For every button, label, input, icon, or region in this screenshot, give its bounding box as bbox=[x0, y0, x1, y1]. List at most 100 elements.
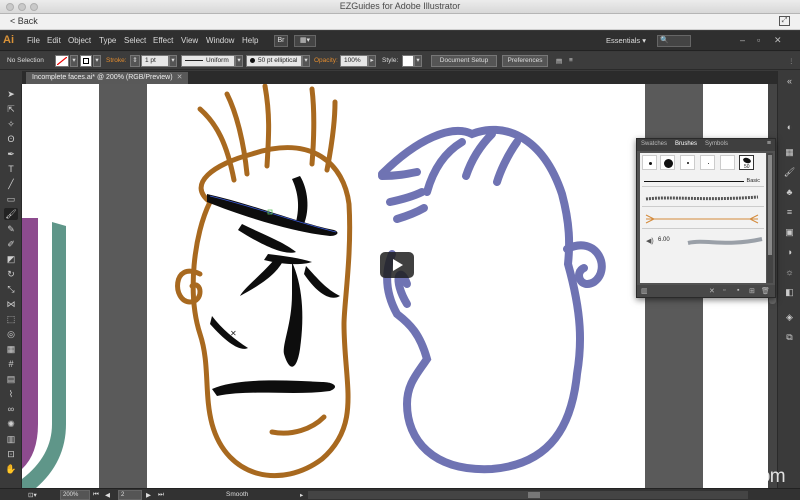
line-tool-icon[interactable]: ╱ bbox=[4, 178, 18, 190]
brush-large-round[interactable] bbox=[660, 155, 675, 170]
brush-point[interactable] bbox=[700, 155, 715, 170]
panel-scroll-thumb[interactable] bbox=[768, 155, 772, 255]
brushes-panel-icon[interactable]: 🖌 bbox=[783, 166, 796, 178]
zoom-level-field[interactable]: 200% bbox=[60, 490, 90, 500]
mesh-tool-icon[interactable]: # bbox=[4, 358, 18, 370]
opacity-label[interactable]: Opacity: bbox=[314, 57, 338, 64]
tab-symbols[interactable]: Symbols bbox=[705, 141, 728, 147]
close-tab-icon[interactable]: ✕ bbox=[177, 74, 183, 81]
tab-swatches[interactable]: Swatches bbox=[641, 141, 667, 147]
color-panel-icon[interactable]: ◐ bbox=[783, 121, 796, 133]
brush-bristle[interactable]: ◀) 6.00 bbox=[642, 233, 764, 251]
hand-tool-icon[interactable]: ✋ bbox=[4, 463, 18, 475]
previous-artboard-icon[interactable]: ◀ bbox=[105, 491, 110, 499]
shape-builder-tool-icon[interactable]: ◎ bbox=[4, 328, 18, 340]
preferences-button[interactable]: Preferences bbox=[502, 55, 548, 67]
artboards-panel-icon[interactable]: ⧉ bbox=[783, 331, 796, 343]
document-setup-button[interactable]: Document Setup bbox=[431, 55, 497, 67]
stroke-weight-dropdown-icon[interactable]: ▾ bbox=[169, 55, 177, 67]
stroke-dropdown-icon[interactable]: ▾ bbox=[93, 55, 101, 67]
stroke-label[interactable]: Stroke: bbox=[106, 57, 127, 64]
brush-tiny-round[interactable] bbox=[680, 155, 695, 170]
fill-swatch[interactable] bbox=[55, 55, 69, 67]
brush-libraries-menu-icon[interactable]: ▥ bbox=[641, 287, 648, 295]
search-field[interactable]: 🔍 bbox=[657, 35, 691, 47]
panel-menu-icon[interactable]: ≡ bbox=[767, 140, 771, 147]
menu-help[interactable]: Help bbox=[242, 36, 258, 45]
arrange-documents-button[interactable]: ▦▾ bbox=[294, 35, 316, 47]
direct-selection-tool-icon[interactable]: ⇱ bbox=[4, 103, 18, 115]
paintbrush-tool-icon[interactable]: 🖌 bbox=[4, 208, 18, 220]
artboard-nav-icon[interactable]: ⊡▾ bbox=[28, 491, 37, 499]
pen-tool-icon[interactable]: ✒ bbox=[4, 148, 18, 160]
stroke-weight-field[interactable]: 1 pt bbox=[141, 55, 169, 67]
opacity-field[interactable]: 100% bbox=[340, 55, 368, 67]
brush-charcoal[interactable] bbox=[642, 191, 764, 207]
brush-small-round[interactable] bbox=[642, 155, 657, 170]
brush-definition[interactable]: 50 pt elliptical bbox=[246, 55, 302, 67]
control-panel-menu-icon[interactable]: ≡ bbox=[569, 57, 573, 64]
brush-options-icon[interactable]: ▫ bbox=[723, 287, 725, 294]
new-brush-icon[interactable]: ⊞ bbox=[749, 287, 755, 295]
variable-width-profile[interactable]: Uniform bbox=[181, 55, 235, 67]
style-swatch[interactable] bbox=[402, 55, 414, 67]
column-graph-tool-icon[interactable]: ▥ bbox=[4, 433, 18, 445]
scale-tool-icon[interactable]: ⤡ bbox=[4, 283, 18, 295]
blend-tool-icon[interactable]: ∞ bbox=[4, 403, 18, 415]
fullscreen-icon[interactable]: ⤢ bbox=[779, 16, 790, 26]
menu-file[interactable]: File bbox=[27, 36, 40, 45]
back-button[interactable]: < Back bbox=[10, 16, 38, 26]
stroke-stepper[interactable]: ⇕ bbox=[130, 55, 140, 67]
first-artboard-icon[interactable]: ⏮ bbox=[93, 491, 99, 499]
dock-collapse-icon[interactable]: « bbox=[783, 75, 796, 87]
menu-window[interactable]: Window bbox=[206, 36, 234, 45]
close-icon[interactable]: ✕ bbox=[774, 35, 782, 46]
eraser-tool-icon[interactable]: ◩ bbox=[4, 253, 18, 265]
brush-dropdown-icon[interactable]: ▾ bbox=[302, 55, 310, 67]
menu-effect[interactable]: Effect bbox=[153, 36, 173, 45]
workspace-switcher[interactable]: Essentials ▾ bbox=[606, 36, 646, 45]
free-transform-tool-icon[interactable]: ⬚ bbox=[4, 313, 18, 325]
profile-dropdown-icon[interactable]: ▾ bbox=[235, 55, 243, 67]
arrange-icon[interactable]: ▤ bbox=[556, 57, 562, 65]
menu-view[interactable]: View bbox=[181, 36, 198, 45]
swatches-panel-icon[interactable]: ▦ bbox=[783, 146, 796, 158]
video-play-button[interactable] bbox=[380, 252, 414, 278]
panel-scrollbar[interactable] bbox=[767, 153, 773, 283]
graphic-styles-panel-icon[interactable]: ◧ bbox=[783, 286, 796, 298]
horizontal-scroll-thumb[interactable] bbox=[528, 492, 540, 498]
maximize-icon[interactable]: ▫ bbox=[757, 35, 760, 45]
brush-basic[interactable]: Basic bbox=[642, 177, 764, 187]
appearance-panel-icon[interactable]: ☼ bbox=[783, 266, 796, 278]
perspective-grid-tool-icon[interactable]: ▦ bbox=[4, 343, 18, 355]
brush-elliptical-selected[interactable]: 50 bbox=[739, 155, 754, 170]
brush-faint[interactable] bbox=[720, 155, 735, 170]
document-tab[interactable]: Incomplete faces.ai* @ 200% (RGB/Preview… bbox=[26, 72, 189, 84]
transparency-panel-icon[interactable]: ◑ bbox=[783, 246, 796, 258]
tab-brushes[interactable]: Brushes bbox=[675, 141, 697, 147]
magic-wand-tool-icon[interactable]: ✧ bbox=[4, 118, 18, 130]
width-tool-icon[interactable]: ⋈ bbox=[4, 298, 18, 310]
symbols-panel-icon[interactable]: ♣ bbox=[783, 186, 796, 198]
brush-arrow[interactable] bbox=[642, 211, 764, 229]
menu-select[interactable]: Select bbox=[124, 36, 146, 45]
lasso-tool-icon[interactable]: ʘ bbox=[4, 133, 18, 145]
status-menu-icon[interactable]: ▸ bbox=[300, 491, 303, 499]
opacity-dropdown-icon[interactable]: ▸ bbox=[368, 55, 376, 67]
pencil-tool-icon[interactable]: ✎ bbox=[4, 223, 18, 235]
rectangle-tool-icon[interactable]: ▭ bbox=[4, 193, 18, 205]
layers-panel-icon[interactable]: ◈ bbox=[783, 311, 796, 323]
type-tool-icon[interactable]: T bbox=[4, 163, 18, 175]
delete-brush-icon[interactable]: 🗑 bbox=[761, 287, 770, 295]
menu-object[interactable]: Object bbox=[68, 36, 91, 45]
fill-dropdown-icon[interactable]: ▾ bbox=[70, 55, 78, 67]
eyedropper-tool-icon[interactable]: ⌇ bbox=[4, 388, 18, 400]
remove-brush-stroke-icon[interactable]: ✕ bbox=[709, 287, 715, 295]
gradient-tool-icon[interactable]: ▤ bbox=[4, 373, 18, 385]
rotate-tool-icon[interactable]: ↻ bbox=[4, 268, 18, 280]
horizontal-scrollbar[interactable] bbox=[308, 491, 748, 499]
stroke-swatch[interactable] bbox=[80, 55, 92, 67]
artboard-number-field[interactable]: 2 bbox=[118, 490, 142, 500]
menu-type[interactable]: Type bbox=[99, 36, 116, 45]
minimize-icon[interactable]: – bbox=[740, 35, 745, 45]
